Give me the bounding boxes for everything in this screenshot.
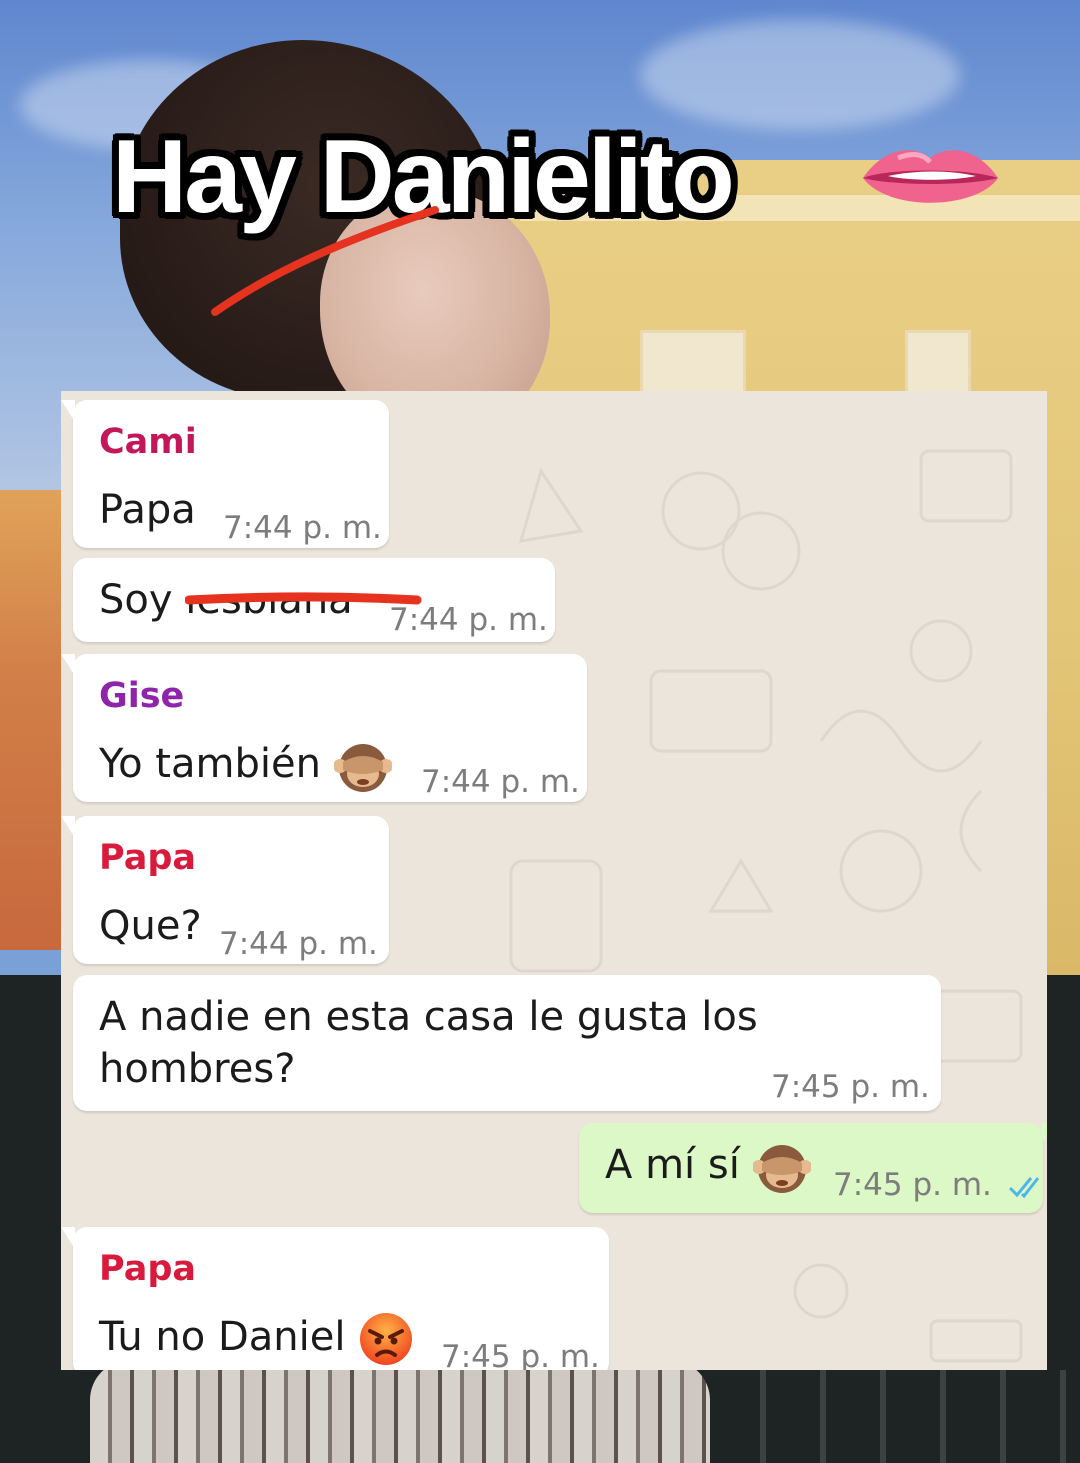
fence-bar xyxy=(760,1370,766,1463)
sender-name: Papa xyxy=(99,1249,197,1289)
bubble-tail xyxy=(1041,1123,1047,1145)
message-bubble-incoming[interactable]: Soy lesbiana 7:44 p. m. xyxy=(73,558,555,642)
message-text-label: Yo también xyxy=(99,741,321,787)
see-no-evil-monkey-emoji xyxy=(333,744,392,792)
message-time: 7:44 p. m. xyxy=(421,764,580,800)
building-window xyxy=(905,330,971,396)
see-no-evil-monkey-emoji xyxy=(752,1145,811,1193)
message-text: Que? xyxy=(99,903,202,949)
message-text-label: Tu no Daniel xyxy=(99,1314,346,1360)
message-time: 7:44 p. m. xyxy=(223,510,382,546)
sender-name: Cami xyxy=(99,422,197,462)
message-text-line1: A nadie en esta casa le gusta los xyxy=(99,994,758,1040)
building-window xyxy=(640,330,746,396)
sender-name: Papa xyxy=(99,838,197,878)
message-time: 7:45 p. m. xyxy=(771,1069,930,1105)
fence-bar xyxy=(1000,1370,1006,1463)
message-text-line2: hombres? xyxy=(99,1046,296,1092)
cloud xyxy=(640,20,960,130)
message-time: 7:45 p. m. xyxy=(833,1167,1047,1203)
bubble-tail xyxy=(61,400,75,422)
shirt xyxy=(90,1360,710,1463)
message-bubble-outgoing[interactable]: A mí sí 7:45 p. m. xyxy=(579,1123,1047,1213)
message-text-label: A mí sí xyxy=(605,1142,740,1188)
message-bubble-incoming[interactable]: Cami Papa 7:44 p. m. xyxy=(61,400,389,548)
bubble-tail xyxy=(61,1227,75,1249)
message-bubble-incoming[interactable]: Papa Tu no Daniel 7:45 p. m. xyxy=(61,1227,609,1370)
fence-bar xyxy=(940,1370,946,1463)
sender-name: Gise xyxy=(99,676,185,716)
angry-face-emoji xyxy=(360,1313,413,1365)
message-time: 7:45 p. m. xyxy=(441,1339,600,1370)
fence-bar xyxy=(820,1370,826,1463)
bubble-tail xyxy=(61,654,75,676)
message-bubble-incoming[interactable]: Papa Que? 7:44 p. m. xyxy=(61,816,389,964)
bubble-tail xyxy=(61,816,75,838)
message-time: 7:44 p. m. xyxy=(389,602,548,638)
fence-bar xyxy=(880,1370,886,1463)
message-text: Tu no Daniel xyxy=(99,1311,414,1367)
fence-bar xyxy=(1060,1370,1066,1463)
red-scribble-line xyxy=(211,206,439,316)
message-bubble-incoming[interactable]: A nadie en esta casa le gusta los hombre… xyxy=(73,975,941,1111)
message-bubble-incoming[interactable]: Gise Yo también 7:44 p. m. xyxy=(61,654,587,802)
message-text: Papa xyxy=(99,487,196,533)
lips-biting-emoji xyxy=(863,150,998,203)
chat-screenshot: Cami Papa 7:44 p. m. Soy lesbiana 7:44 p… xyxy=(61,391,1047,1370)
message-time: 7:44 p. m. xyxy=(219,926,378,962)
message-time-label: 7:45 p. m. xyxy=(833,1167,992,1203)
message-text: Yo también xyxy=(99,738,392,794)
building-left xyxy=(0,490,70,950)
message-text: A mí sí xyxy=(605,1139,811,1195)
double-check-read-icon xyxy=(1008,1176,1039,1198)
